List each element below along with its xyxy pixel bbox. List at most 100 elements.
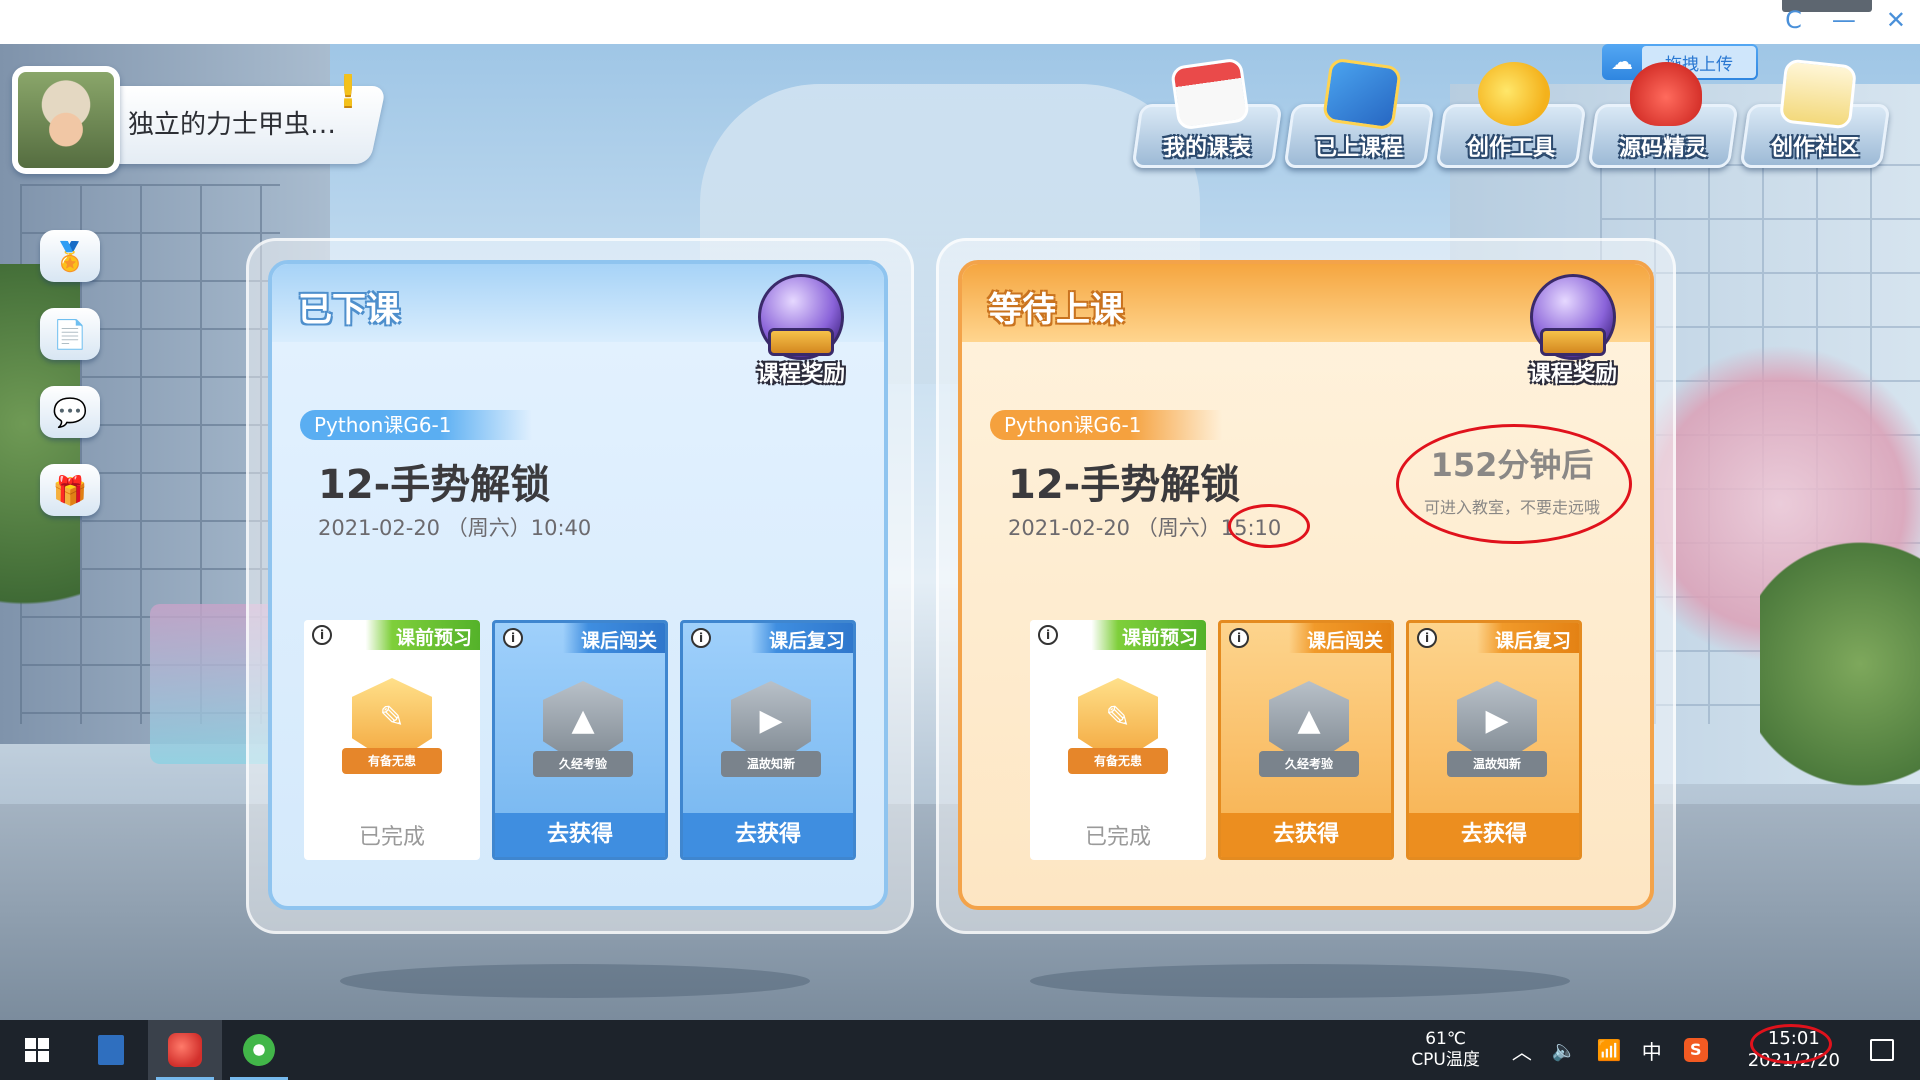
system-tray: 61℃ CPU温度 ︿ 🔈 📶 中 S 15:01 2021/2/20 <box>1411 1020 1920 1080</box>
top-menu: 我的课表 已上课程 创作工具 源码精灵 创作社区 <box>1131 57 1891 168</box>
document-icon[interactable]: 📄 <box>40 308 100 360</box>
panel-title: 等待上课 <box>988 290 1124 330</box>
lesson-title: 12-手势解锁 <box>318 462 551 508</box>
task-card-challenge[interactable]: i 课后闯关 ▲ 久经考验 去获得 <box>1218 620 1394 860</box>
windows-taskbar: 61℃ CPU温度 ︿ 🔈 📶 中 S 15:01 2021/2/20 <box>0 1020 1920 1080</box>
menu-label: 我的课表 <box>1162 136 1251 161</box>
card-header: i 课前预习 <box>1030 620 1206 650</box>
gift-icon[interactable]: 🎁 <box>40 464 100 516</box>
avatar[interactable] <box>12 66 120 174</box>
course-reward-button[interactable]: 课程奖励 <box>1518 274 1628 394</box>
calculator-icon <box>98 1035 124 1065</box>
menu-attended-courses[interactable]: 已上课程 <box>1283 57 1435 168</box>
exclamation-icon[interactable]: ! <box>338 66 366 117</box>
card-status[interactable]: 去获得 <box>683 813 853 857</box>
waiting-class-panel: 等待上课 课程奖励 Python课G6-1 12-手势解锁 2021-02-20… <box>958 260 1654 910</box>
lesson-title: 12-手势解锁 <box>1008 462 1241 508</box>
cpu-temperature[interactable]: 61℃ CPU温度 <box>1411 1029 1480 1071</box>
side-icon-bar: 🏅 📄 💬 🎁 <box>40 230 100 516</box>
menu-creation-community[interactable]: 创作社区 <box>1739 58 1891 168</box>
task-card-review[interactable]: i 课后复习 ▶ 温故知新 去获得 <box>680 620 856 860</box>
info-icon[interactable]: i <box>1229 628 1249 648</box>
chevron-up-icon[interactable]: ︿ <box>1512 1036 1532 1065</box>
play-glyph: ▶ <box>1485 703 1509 738</box>
taskbar-calculator[interactable] <box>74 1020 148 1080</box>
reward-chest-icon <box>1540 328 1606 356</box>
task-card-preview[interactable]: i 课前预习 ✎ 有备无患 已完成 <box>304 620 480 860</box>
taskbar-coding-app[interactable] <box>148 1020 222 1080</box>
card-type: 课前预习 <box>1121 627 1198 649</box>
menu-source-sprite[interactable]: 源码精灵 <box>1587 62 1739 168</box>
player-profile[interactable]: 独立的力士甲虫… ! <box>8 66 387 176</box>
tower-glyph: ▲ <box>1297 703 1321 738</box>
task-card-challenge[interactable]: i 课后闯关 ▲ 久经考验 去获得 <box>492 620 668 860</box>
window-controls: C — ✕ <box>1785 6 1906 34</box>
badge-ribbon: 久经考验 <box>533 751 633 777</box>
ime-indicator[interactable]: 中 <box>1642 1036 1662 1065</box>
card-status[interactable]: 去获得 <box>1221 813 1391 857</box>
menu-label: 已上课程 <box>1314 136 1403 161</box>
card-type: 课前预习 <box>395 627 472 649</box>
refresh-icon[interactable]: C <box>1785 6 1802 34</box>
info-icon[interactable]: i <box>1038 625 1058 645</box>
lesson-time: 10:40 <box>530 516 592 540</box>
taskbar-browser[interactable] <box>222 1020 296 1080</box>
card-type: 课后闯关 <box>580 630 657 652</box>
info-icon[interactable]: i <box>312 625 332 645</box>
badge-ribbon: 有备无患 <box>1068 748 1168 774</box>
system-clock[interactable]: 15:01 2021/2/20 <box>1747 1024 1840 1072</box>
task-card-preview[interactable]: i 课前预习 ✎ 有备无患 已完成 <box>1030 620 1206 860</box>
card-status: 已完成 <box>358 825 425 850</box>
badge-icon: ✎ 有备无患 <box>342 678 442 788</box>
menu-label: 源码精灵 <box>1618 136 1707 161</box>
info-icon[interactable]: i <box>1417 628 1437 648</box>
play-glyph: ▶ <box>759 703 783 738</box>
reward-label: 课程奖励 <box>1528 362 1617 387</box>
menu-creation-tools[interactable]: 创作工具 <box>1435 62 1587 168</box>
minimize-button[interactable]: — <box>1832 6 1856 34</box>
task-cards: i 课前预习 ✎ 有备无患 已完成 i 课后闯关 ▲ 久经考验 去获得 i 课后 <box>1030 620 1582 860</box>
start-button[interactable] <box>0 1020 74 1080</box>
badge-icon: ▶ 温故知新 <box>1447 681 1547 791</box>
close-button[interactable]: ✕ <box>1886 6 1906 34</box>
panel-shadow-right <box>1030 964 1570 998</box>
player-name: 独立的力士甲虫… <box>128 110 337 140</box>
menu-my-schedule[interactable]: 我的课表 <box>1131 57 1283 168</box>
calendar-icon <box>1169 57 1251 131</box>
card-type: 课后复习 <box>1494 630 1571 652</box>
task-cards: i 课前预习 ✎ 有备无患 已完成 i 课后闯关 ▲ 久经考验 去获得 i 课后 <box>304 620 856 860</box>
card-status[interactable]: 去获得 <box>1409 813 1579 857</box>
clock-time: 15:01 <box>1767 1028 1820 1049</box>
badge-icon: ▶ 温故知新 <box>721 681 821 791</box>
info-icon[interactable]: i <box>503 628 523 648</box>
card-type: 课后闯关 <box>1306 630 1383 652</box>
card-header: i 课后复习 <box>683 623 853 653</box>
finished-class-panel: 已下课 课程奖励 Python课G6-1 12-手势解锁 2021-02-20 … <box>268 260 888 910</box>
medal-icon[interactable]: 🏅 <box>40 230 100 282</box>
book-icon <box>1321 57 1403 131</box>
tools-icon <box>1478 62 1550 126</box>
tree-right <box>1760 524 1920 804</box>
panel-shadow-left <box>340 964 810 998</box>
badge-icon: ▲ 久经考验 <box>533 681 633 791</box>
volume-icon[interactable]: 🔈 <box>1552 1038 1577 1062</box>
info-icon[interactable]: i <box>691 628 711 648</box>
wifi-icon[interactable]: 📶 <box>1597 1038 1622 1062</box>
card-header: i 课后复习 <box>1409 623 1579 653</box>
countdown-text: 152分钟后 <box>1430 446 1594 484</box>
sprite-icon <box>1630 62 1702 126</box>
course-tag: Python课G6-1 <box>300 410 532 440</box>
card-header: i 课后闯关 <box>1221 623 1391 653</box>
browser-icon <box>243 1034 275 1066</box>
course-tag: Python课G6-1 <box>990 410 1222 440</box>
task-card-review[interactable]: i 课后复习 ▶ 温故知新 去获得 <box>1406 620 1582 860</box>
chat-icon[interactable]: 💬 <box>40 386 100 438</box>
badge-icon: ▲ 久经考验 <box>1259 681 1359 791</box>
course-reward-button[interactable]: 课程奖励 <box>746 274 856 394</box>
notification-icon[interactable] <box>1870 1039 1894 1061</box>
sogou-ime-icon[interactable]: S <box>1683 1038 1708 1062</box>
coding-app-icon <box>168 1033 202 1067</box>
card-type: 课后复习 <box>768 630 845 652</box>
card-status[interactable]: 去获得 <box>495 813 665 857</box>
clock-date: 2021/2/20 <box>1747 1050 1840 1071</box>
